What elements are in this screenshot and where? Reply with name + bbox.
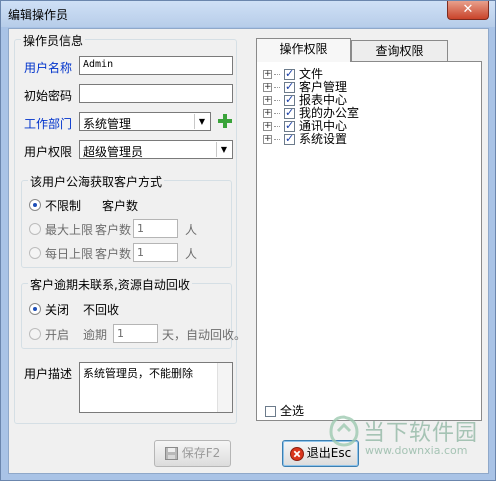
dept-select-value: 系统管理 bbox=[83, 117, 132, 131]
overdue-suffix: 天，自动回收。 bbox=[162, 328, 247, 342]
title-bar[interactable]: 编辑操作员 ✕ bbox=[1, 1, 495, 27]
username-label: 用户名称 bbox=[24, 61, 73, 75]
password-label: 初始密码 bbox=[24, 89, 73, 103]
tree-item-file[interactable]: +文件 bbox=[263, 65, 323, 81]
watermark-brand: 当下软件园 bbox=[363, 421, 479, 446]
daily-count-label: 客户数 bbox=[95, 247, 132, 261]
dept-select[interactable]: 系统管理 ▼ bbox=[79, 112, 211, 131]
unlimited-suffix: 客户数 bbox=[102, 199, 139, 213]
select-all-checkbox[interactable] bbox=[265, 406, 276, 417]
daily-count-input[interactable]: 1 bbox=[133, 243, 178, 262]
daily-unit: 人 bbox=[185, 247, 198, 261]
watermark-logo-icon bbox=[329, 415, 359, 447]
tree-connector bbox=[274, 113, 280, 114]
daily-limit-radio[interactable] bbox=[29, 247, 41, 259]
recycle-on-label[interactable]: 开启 bbox=[45, 326, 69, 343]
rights-select-value: 超级管理员 bbox=[83, 145, 144, 159]
tree-connector bbox=[274, 74, 280, 75]
dept-label[interactable]: 工作部门 bbox=[24, 115, 72, 132]
password-input[interactable] bbox=[79, 84, 233, 103]
max-limit-radio[interactable] bbox=[29, 223, 41, 235]
chevron-down-icon[interactable]: ▼ bbox=[216, 142, 231, 157]
rights-tab-panel: +文件 +客户管理 +报表中心 +我的办公室 +通讯中心 + 系统设置 全选 bbox=[256, 61, 482, 421]
tree-item-report[interactable]: +报表中心 bbox=[263, 91, 347, 107]
unlimited-label[interactable]: 不限制 bbox=[45, 197, 81, 214]
tree-item-label: 系统设置 bbox=[299, 132, 348, 146]
save-button-label: 保存F2 bbox=[181, 446, 221, 460]
acquire-mode-group: 该用户公海获取客户方式 不限制 客户数 最大上限 客户数 1 人 每日上限 客户… bbox=[21, 173, 232, 268]
tree-connector bbox=[274, 87, 280, 88]
tree-item-settings[interactable]: + 系统设置 bbox=[263, 130, 348, 146]
recycle-off-radio[interactable] bbox=[29, 303, 41, 315]
window-title: 编辑操作员 bbox=[8, 8, 69, 22]
tree-connector bbox=[274, 126, 280, 127]
tab-query-rights[interactable]: 查询权限 bbox=[351, 40, 448, 62]
chevron-down-icon[interactable]: ▼ bbox=[194, 114, 209, 129]
max-count-label: 客户数 bbox=[95, 223, 132, 237]
tree-connector bbox=[274, 100, 280, 101]
recycle-off-suffix: 不回收 bbox=[83, 303, 120, 317]
tree-item-comm[interactable]: +通讯中心 bbox=[263, 117, 347, 133]
auto-recycle-legend: 客户逾期未联系,资源自动回收 bbox=[28, 276, 192, 293]
description-scrollbar[interactable] bbox=[217, 363, 232, 412]
close-button[interactable]: ✕ bbox=[447, 1, 489, 20]
save-button[interactable]: 保存F2 bbox=[154, 440, 231, 467]
recycle-off-label[interactable]: 关闭 bbox=[45, 301, 69, 318]
watermark-url: www.downxia.com bbox=[365, 444, 468, 457]
operator-info-group: 操作员信息 用户名称 Admin 初始密码 工作部门 系统管理 ▼ 用户权限 超… bbox=[14, 32, 246, 424]
save-icon bbox=[164, 447, 178, 460]
select-all-label: 全选 bbox=[280, 404, 305, 418]
acquire-mode-legend: 该用户公海获取客户方式 bbox=[28, 173, 165, 190]
operator-info-legend: 操作员信息 bbox=[21, 32, 86, 49]
plus-icon[interactable] bbox=[218, 114, 232, 128]
overdue-days-input[interactable]: 1 bbox=[113, 324, 158, 343]
exit-button-label: 退出Esc bbox=[306, 446, 352, 460]
description-textarea[interactable]: 系统管理员，不能删除 bbox=[79, 362, 233, 413]
tree-connector bbox=[274, 139, 280, 140]
max-count-input[interactable]: 1 bbox=[133, 219, 178, 238]
description-label: 用户描述 bbox=[24, 367, 73, 381]
dialog-window: 编辑操作员 ✕ 操作员信息 用户名称 Admin 初始密码 工作部门 系统管理 … bbox=[0, 0, 496, 481]
rights-label: 用户权限 bbox=[24, 145, 73, 159]
cancel-icon bbox=[289, 446, 304, 461]
tab-operate-rights[interactable]: 操作权限 bbox=[256, 38, 351, 62]
recycle-on-radio[interactable] bbox=[29, 328, 41, 340]
tree-checkbox[interactable] bbox=[284, 132, 295, 145]
tree-item-office[interactable]: +我的办公室 bbox=[263, 104, 359, 120]
description-value: 系统管理员，不能删除 bbox=[83, 367, 193, 380]
tree-item-customer[interactable]: +客户管理 bbox=[263, 78, 347, 94]
auto-recycle-group: 客户逾期未联系,资源自动回收 关闭 不回收 开启 逾期 1 天，自动回收。 bbox=[21, 276, 246, 349]
rights-select[interactable]: 超级管理员 ▼ bbox=[79, 140, 233, 159]
expand-icon[interactable]: + bbox=[263, 135, 272, 144]
dialog-client: 操作员信息 用户名称 Admin 初始密码 工作部门 系统管理 ▼ 用户权限 超… bbox=[8, 28, 489, 474]
max-limit-label[interactable]: 最大上限 bbox=[45, 221, 93, 238]
username-input[interactable]: Admin bbox=[79, 56, 233, 75]
daily-limit-label[interactable]: 每日上限 bbox=[45, 245, 93, 262]
max-unit: 人 bbox=[185, 223, 198, 237]
overdue-label: 逾期 bbox=[83, 328, 108, 342]
select-all[interactable]: 全选 bbox=[265, 402, 304, 419]
unlimited-radio[interactable] bbox=[29, 199, 41, 211]
